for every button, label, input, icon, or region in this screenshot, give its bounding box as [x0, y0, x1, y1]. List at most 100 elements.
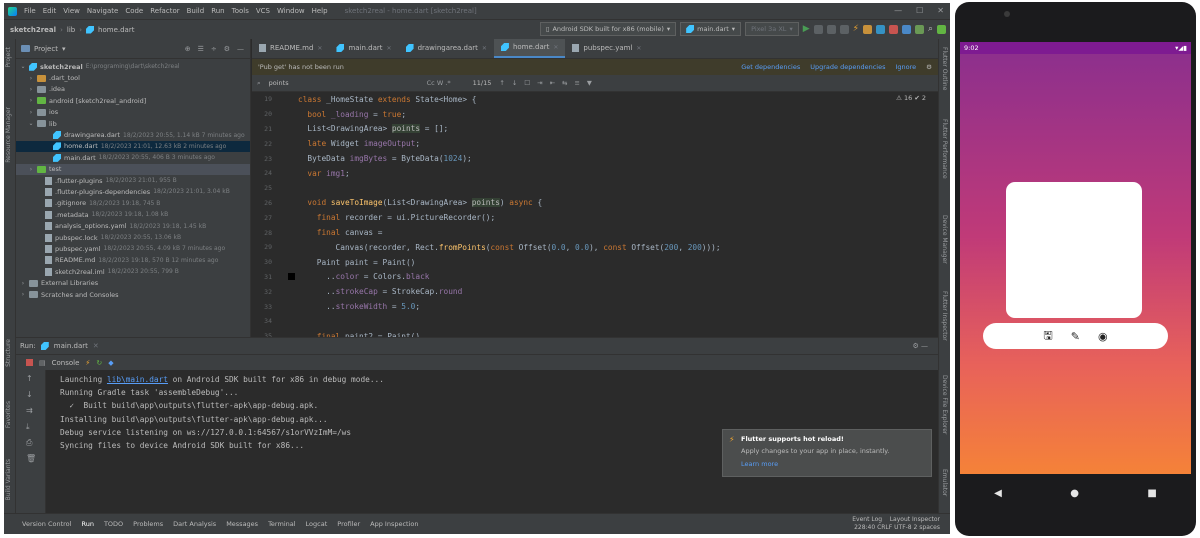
editor-tab[interactable]: home.dart ✕: [493, 39, 566, 58]
tool-tab-project[interactable]: Project: [5, 47, 12, 68]
hot-restart-icon[interactable]: ↻: [96, 359, 102, 367]
get-dependencies-link[interactable]: Get dependencies: [741, 63, 800, 71]
breadcrumb-project[interactable]: sketch2real: [10, 26, 56, 34]
code-line[interactable]: 29 Canvas(recorder, Rect. fromPoints(cons…: [252, 240, 938, 255]
close-tab-icon[interactable]: ✕: [387, 45, 392, 52]
code-line[interactable]: 24 var img1;: [252, 166, 938, 181]
close-tab-icon[interactable]: ✕: [482, 45, 487, 52]
ignore-link[interactable]: Ignore: [896, 63, 917, 71]
tree-item[interactable]: home.dart 18/2/2023 21:01, 12.63 kB 2 min…: [16, 140, 250, 153]
expand-all-icon[interactable]: ÷: [211, 45, 217, 53]
chevron-icon[interactable]: ⌄: [28, 120, 34, 127]
back-icon[interactable]: ◀: [994, 488, 1002, 499]
tree-item[interactable]: drawingarea.dart 18/2/2023 20:55, 1.14 kB…: [16, 129, 250, 140]
tree-item[interactable]: › External Libraries: [16, 277, 250, 288]
event-log-button[interactable]: Event Log: [852, 516, 882, 523]
select-all-occurrences-icon[interactable]: ☐: [524, 79, 530, 87]
scroll-down-icon[interactable]: ↓: [26, 390, 33, 399]
scroll-to-end-icon[interactable]: ⤓: [26, 422, 30, 432]
menu-code[interactable]: Code: [125, 7, 143, 15]
console-tab[interactable]: Console: [52, 359, 80, 367]
device-selector[interactable]: ▯ Android SDK built for x86 (mobile) ▾: [539, 22, 677, 36]
update-icon[interactable]: [937, 24, 946, 34]
chevron-icon[interactable]: ›: [28, 97, 34, 104]
coverage-icon[interactable]: [826, 24, 836, 34]
tree-item[interactable]: › ios: [16, 107, 250, 118]
soft-wrap-icon[interactable]: ⇉: [26, 406, 33, 415]
code-line[interactable]: 22 late Widget imageOutput;: [252, 136, 938, 151]
stop-icon[interactable]: [888, 24, 898, 34]
tree-item[interactable]: › test: [16, 163, 250, 175]
minimize-icon[interactable]: —: [894, 6, 902, 15]
tree-item[interactable]: pubspec.yaml 18/2/2023 20:55, 4.09 kB 7 m…: [16, 243, 250, 254]
maximize-icon[interactable]: ☐: [916, 6, 923, 15]
tree-item[interactable]: sketch2real.iml 18/2/2023 20:55, 799 B: [16, 266, 250, 277]
code-line[interactable]: 25: [252, 181, 938, 196]
chevron-icon[interactable]: ›: [28, 86, 34, 93]
menu-refactor[interactable]: Refactor: [150, 7, 179, 15]
devtools-icon[interactable]: ◆: [108, 359, 113, 367]
menu-help[interactable]: Help: [312, 7, 328, 15]
settings-gear-icon[interactable]: ⚙: [224, 45, 230, 53]
status-profiler[interactable]: Profiler: [337, 520, 360, 528]
add-occurrence-icon[interactable]: ⇥: [537, 79, 542, 87]
code-line[interactable]: 21 List<DrawingArea> points = [];: [252, 122, 938, 137]
code-line[interactable]: 20 bool _loading = true;: [252, 107, 938, 122]
drawing-canvas[interactable]: [1006, 182, 1142, 318]
tree-item[interactable]: › .idea: [16, 84, 250, 95]
chevron-icon[interactable]: ›: [28, 75, 34, 82]
status-dart-analysis[interactable]: Dart Analysis: [173, 520, 216, 528]
chevron-icon[interactable]: ›: [20, 291, 26, 298]
learn-more-link[interactable]: Learn more: [741, 460, 923, 468]
remove-occurrence-icon[interactable]: ⇤: [550, 79, 555, 87]
console-file-link[interactable]: lib\main.dart: [107, 375, 168, 384]
tree-item[interactable]: .gitignore 18/2/2023 19:18, 745 B: [16, 198, 250, 209]
code-line[interactable]: 31 .. color = Colors. black: [252, 270, 938, 285]
code-line[interactable]: 28 final canvas =: [252, 225, 938, 240]
status-todo[interactable]: TODO: [104, 520, 123, 528]
layout-inspector-button[interactable]: Layout Inspector: [890, 516, 940, 523]
editor-tab[interactable]: README.md ✕: [252, 39, 329, 58]
arrow-down-icon[interactable]: ↓: [512, 79, 517, 87]
sdk-manager-icon[interactable]: [914, 24, 924, 34]
code-line[interactable]: 33 .. strokeWidth = 5.0;: [252, 299, 938, 314]
gear-icon[interactable]: ⚙ —: [912, 342, 928, 350]
debug-icon[interactable]: [813, 24, 823, 34]
pixel-device-selector[interactable]: Pixel 3a XL ▾: [745, 22, 799, 36]
hide-panel-icon[interactable]: —: [237, 45, 244, 53]
code-line[interactable]: 27 final recorder = ui.PictureRecorder()…: [252, 210, 938, 225]
status-logcat[interactable]: Logcat: [306, 520, 328, 528]
tree-item[interactable]: .flutter-plugins-dependencies 18/2/2023 2…: [16, 186, 250, 197]
code-line[interactable]: 34: [252, 314, 938, 329]
status-problems[interactable]: Problems: [133, 520, 163, 528]
rerun-icon[interactable]: ↑: [26, 374, 33, 383]
filter-icon[interactable]: ▼: [587, 79, 592, 87]
clear-all-icon[interactable]: 🗑: [26, 454, 36, 463]
menu-view[interactable]: View: [63, 7, 80, 15]
project-view-selector[interactable]: Project: [34, 45, 58, 53]
arrow-up-icon[interactable]: ↑: [499, 79, 504, 87]
profile-icon[interactable]: [839, 24, 849, 34]
chevron-icon[interactable]: ›: [20, 280, 26, 287]
tree-item[interactable]: main.dart 18/2/2023 20:55, 406 B 3 minute…: [16, 152, 250, 163]
editor-tab[interactable]: main.dart ✕: [329, 39, 398, 58]
inspection-widget[interactable]: ⚠ 16 ✔ 2: [896, 94, 926, 102]
stop-icon[interactable]: [26, 359, 33, 366]
tool-tab-resource-manager[interactable]: Resource Manager: [5, 107, 12, 163]
tool-tab-device-file-explorer[interactable]: Device File Explorer: [941, 375, 948, 434]
tool-tab-flutter-inspector[interactable]: Flutter Inspector: [941, 291, 948, 341]
tree-item[interactable]: › android [sketch2real_android]: [16, 95, 250, 106]
menu-tools[interactable]: Tools: [232, 7, 249, 15]
console-output[interactable]: Launching lib\main.dart on Android SDK b…: [60, 375, 384, 454]
menu-vcs[interactable]: VCS: [256, 7, 270, 15]
status-run[interactable]: Run: [81, 520, 93, 528]
tool-tab-emulator[interactable]: Emulator: [941, 469, 948, 496]
status-messages[interactable]: Messages: [226, 520, 258, 528]
code-line[interactable]: 32 .. strokeCap = StrokeCap. round: [252, 284, 938, 299]
chevron-icon[interactable]: ›: [28, 166, 34, 173]
menu-navigate[interactable]: Navigate: [87, 7, 118, 15]
tree-item[interactable]: README.md 18/2/2023 19:18, 570 B 12 minut…: [16, 255, 250, 266]
upgrade-dependencies-link[interactable]: Upgrade dependencies: [810, 63, 885, 71]
tool-tab-build-variants[interactable]: Build Variants: [5, 459, 12, 500]
code-editor[interactable]: ⚠ 16 ✔ 2 19 class _HomeState extends Stat…: [252, 92, 938, 337]
